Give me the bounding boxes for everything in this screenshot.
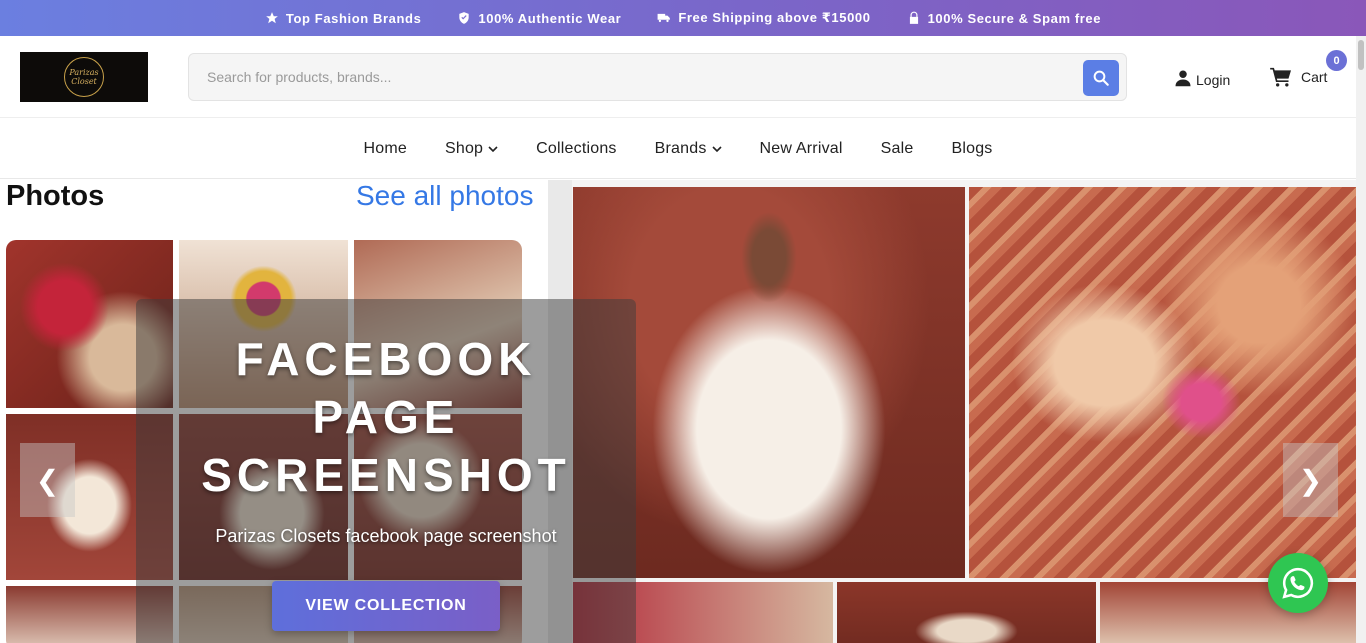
promo-label: Free Shipping above ₹15000	[678, 10, 871, 25]
main-nav: Home Shop Collections Brands New Arrival…	[0, 119, 1356, 179]
nav-item-home[interactable]: Home	[364, 140, 407, 158]
nav-item-shop[interactable]: Shop	[445, 140, 498, 158]
promo-item-top-brands: Top Fashion Brands	[265, 11, 422, 26]
nav-item-collections[interactable]: Collections	[536, 140, 616, 158]
star-icon	[266, 12, 278, 24]
slider-prev-button[interactable]: ❮	[20, 443, 75, 517]
slide-title: FACEBOOK PAGE SCREENSHOT	[136, 330, 636, 504]
site-logo[interactable]: Parizas Closet	[20, 52, 148, 102]
chevron-down-icon	[711, 145, 722, 152]
nav-label: Sale	[880, 139, 914, 157]
page-scrollbar[interactable]	[1356, 36, 1366, 643]
cart-count-badge: 0	[1326, 50, 1347, 71]
fb-photo-tile	[837, 582, 1096, 643]
promo-bar: Top Fashion Brands 100% Authentic Wear F…	[0, 0, 1366, 36]
login-label: Login	[1196, 72, 1231, 88]
promo-label: 100% Secure & Spam free	[927, 10, 1102, 26]
user-icon	[1175, 70, 1191, 87]
hero-slider: Photos See all photos FACEBOOK PAGE SCRE…	[0, 180, 1356, 643]
nav-label: Home	[363, 139, 407, 157]
scrollbar-thumb[interactable]	[1358, 40, 1364, 70]
slide-title-line: FACEBOOK	[235, 333, 537, 385]
nav-item-new-arrival[interactable]: New Arrival	[760, 140, 843, 158]
promo-item-free-shipping: Free Shipping above ₹15000	[657, 10, 870, 26]
promo-label: 100% Authentic Wear	[478, 10, 622, 26]
shopping-cart-icon	[1270, 67, 1291, 87]
promo-label: Top Fashion Brands	[285, 10, 422, 26]
nav-label: Blogs	[951, 139, 993, 157]
whatsapp-icon	[1282, 567, 1314, 599]
fb-see-all-link: See all photos	[356, 180, 534, 211]
site-header: Parizas Closet Login Cart 0	[0, 36, 1356, 118]
search-icon	[1093, 70, 1109, 86]
shield-icon	[459, 12, 470, 24]
nav-label: New Arrival	[759, 139, 843, 157]
nav-label: Shop	[444, 139, 484, 157]
search-bar	[188, 53, 1127, 101]
promo-item-authentic: 100% Authentic Wear	[457, 11, 621, 26]
cart-link[interactable]: Cart 0	[1270, 50, 1347, 88]
nav-label: Collections	[536, 139, 617, 157]
slider-next-button[interactable]: ❯	[1283, 443, 1338, 517]
slide-title-line: PAGE	[312, 391, 460, 443]
chevron-down-icon	[488, 145, 498, 152]
slide-title-line: SCREENSHOT	[201, 449, 571, 501]
truck-icon	[657, 13, 671, 23]
login-link[interactable]: Login	[1174, 66, 1230, 88]
nav-item-sale[interactable]: Sale	[881, 140, 914, 158]
search-input[interactable]	[189, 54, 1069, 100]
nav-label: Brands	[654, 139, 707, 157]
whatsapp-chat-button[interactable]	[1268, 553, 1328, 613]
view-collection-button[interactable]: VIEW COLLECTION	[272, 581, 500, 631]
embroidery-detail-photo	[969, 187, 1356, 578]
promo-item-secure: 100% Secure & Spam free	[907, 11, 1102, 26]
nav-item-brands[interactable]: Brands	[655, 140, 722, 158]
slide-subtitle: Parizas Closets facebook page screenshot	[215, 526, 557, 546]
search-button[interactable]	[1083, 60, 1119, 96]
fb-photos-heading: Photos	[6, 180, 105, 212]
nav-item-blogs[interactable]: Blogs	[951, 140, 992, 158]
logo-text: Parizas Closet	[64, 57, 104, 97]
cart-label: Cart	[1301, 69, 1328, 85]
lock-icon	[909, 11, 918, 24]
